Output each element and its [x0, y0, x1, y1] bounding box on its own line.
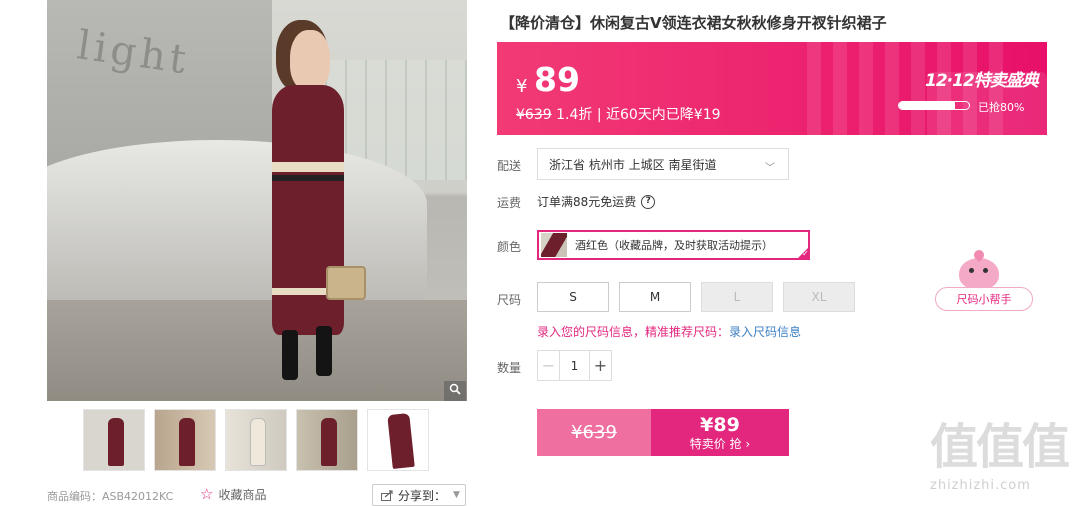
color-swatch	[541, 233, 567, 257]
magnifier-icon[interactable]	[444, 381, 466, 401]
color-option-label: 酒红色（收藏品牌，及时获取活动提示）	[575, 239, 773, 252]
checkmark-icon: ✓	[796, 246, 810, 260]
favorite-product-link[interactable]: ☆ 收藏商品	[200, 486, 266, 503]
share-dropdown[interactable]: 分享到： ▼	[372, 484, 466, 506]
product-title: 【降价清仓】休闲复古V领连衣裙女秋秋修身开衩针织裙子	[500, 14, 887, 32]
chevron-down-icon: ﹀	[765, 163, 775, 174]
chevron-down-icon: ▼	[453, 490, 460, 500]
buy-original-price-text: ¥639	[571, 422, 617, 443]
promo-progress-bar	[898, 101, 970, 110]
watermark-url: zhizhizhi.com	[930, 478, 1031, 493]
star-outline-icon: ☆	[200, 485, 214, 503]
product-code: 商品编码：ASB42012KC	[47, 490, 174, 503]
original-price: ¥639	[516, 107, 552, 123]
thumbnail-4[interactable]	[296, 409, 358, 471]
size-label: 尺码	[497, 293, 522, 307]
quantity-value[interactable]: 1	[560, 351, 589, 380]
delivery-address: 浙江省 杭州市 上城区 南星街道	[549, 157, 717, 172]
thumbnail-2[interactable]	[154, 409, 216, 471]
shipping-text: 订单满88元免运费	[537, 195, 637, 209]
promo-progress-fill	[899, 102, 955, 109]
minus-icon[interactable]: −	[538, 351, 560, 380]
buy-original-price: ¥639	[537, 409, 651, 456]
thumbnail-3[interactable]	[225, 409, 287, 471]
color-label: 颜色	[497, 240, 522, 254]
price-banner: ¥ 89 ¥639 1.4折 | 近60天内已降¥19 12·12特卖盛典 已抢…	[497, 42, 1047, 135]
plus-icon[interactable]: +	[589, 351, 611, 380]
help-icon[interactable]: ?	[641, 194, 656, 209]
photo-model	[252, 30, 366, 380]
shipping-info: 订单满88元免运费 ?	[537, 193, 656, 210]
size-info-link[interactable]: 录入尺码信息	[729, 325, 801, 339]
discount-rate: 1.4折	[556, 107, 593, 123]
delivery-address-select[interactable]: 浙江省 杭州市 上城区 南星街道 ﹀	[537, 148, 789, 180]
buy-label: 特卖价 抢 ›	[689, 436, 751, 451]
price-drop-note: | 近60天内已降¥19	[596, 107, 721, 123]
current-price: 89	[534, 60, 580, 99]
size-tip-text: 录入您的尺码信息，精准推荐尺码：	[537, 325, 730, 339]
thumbnail-strip	[83, 409, 429, 471]
favorite-label: 收藏商品	[218, 488, 267, 502]
delivery-label: 配送	[497, 159, 522, 173]
quantity-stepper: − 1 +	[537, 350, 612, 381]
shipping-label: 运费	[497, 196, 522, 210]
share-icon	[381, 489, 393, 501]
buy-price: ¥89	[700, 413, 740, 436]
promo-logo: 12·12特卖盛典	[925, 71, 1039, 91]
thumbnail-5[interactable]	[367, 409, 429, 471]
size-option-m[interactable]: M	[619, 282, 691, 312]
mascot-icon	[959, 258, 999, 290]
price-subline: ¥639 1.4折 | 近60天内已降¥19	[516, 104, 721, 124]
size-option-s[interactable]: S	[537, 282, 609, 312]
size-tip: 录入您的尺码信息，精准推荐尺码：录入尺码信息	[537, 323, 801, 340]
magnifier-icon-glyph	[449, 383, 461, 395]
buy-button[interactable]: ¥639 ¥89 特卖价 抢 ›	[537, 409, 789, 456]
size-option-xl: XL	[783, 282, 855, 312]
color-option-selected[interactable]: 酒红色（收藏品牌，及时获取活动提示） ✓	[537, 230, 810, 260]
main-product-photo[interactable]: light	[47, 0, 467, 401]
thumbnail-1[interactable]	[83, 409, 145, 471]
size-helper[interactable]: 尺码小帮手	[935, 258, 1033, 311]
buy-now-button[interactable]: ¥89 特卖价 抢 ›	[651, 409, 789, 456]
promo-progress-text: 已抢80%	[978, 101, 1025, 114]
quantity-label: 数量	[497, 361, 522, 375]
size-helper-button[interactable]: 尺码小帮手	[935, 287, 1033, 311]
photo-handbag	[326, 266, 366, 300]
size-options: S M L XL	[537, 282, 855, 312]
watermark: 值值值 zhizhizhi.com	[930, 418, 1090, 506]
share-label: 分享到：	[398, 488, 447, 503]
photo-bench	[47, 140, 427, 300]
currency-symbol: ¥	[516, 76, 528, 97]
size-option-l: L	[701, 282, 773, 312]
watermark-glyphs: 值值值	[930, 419, 1070, 475]
